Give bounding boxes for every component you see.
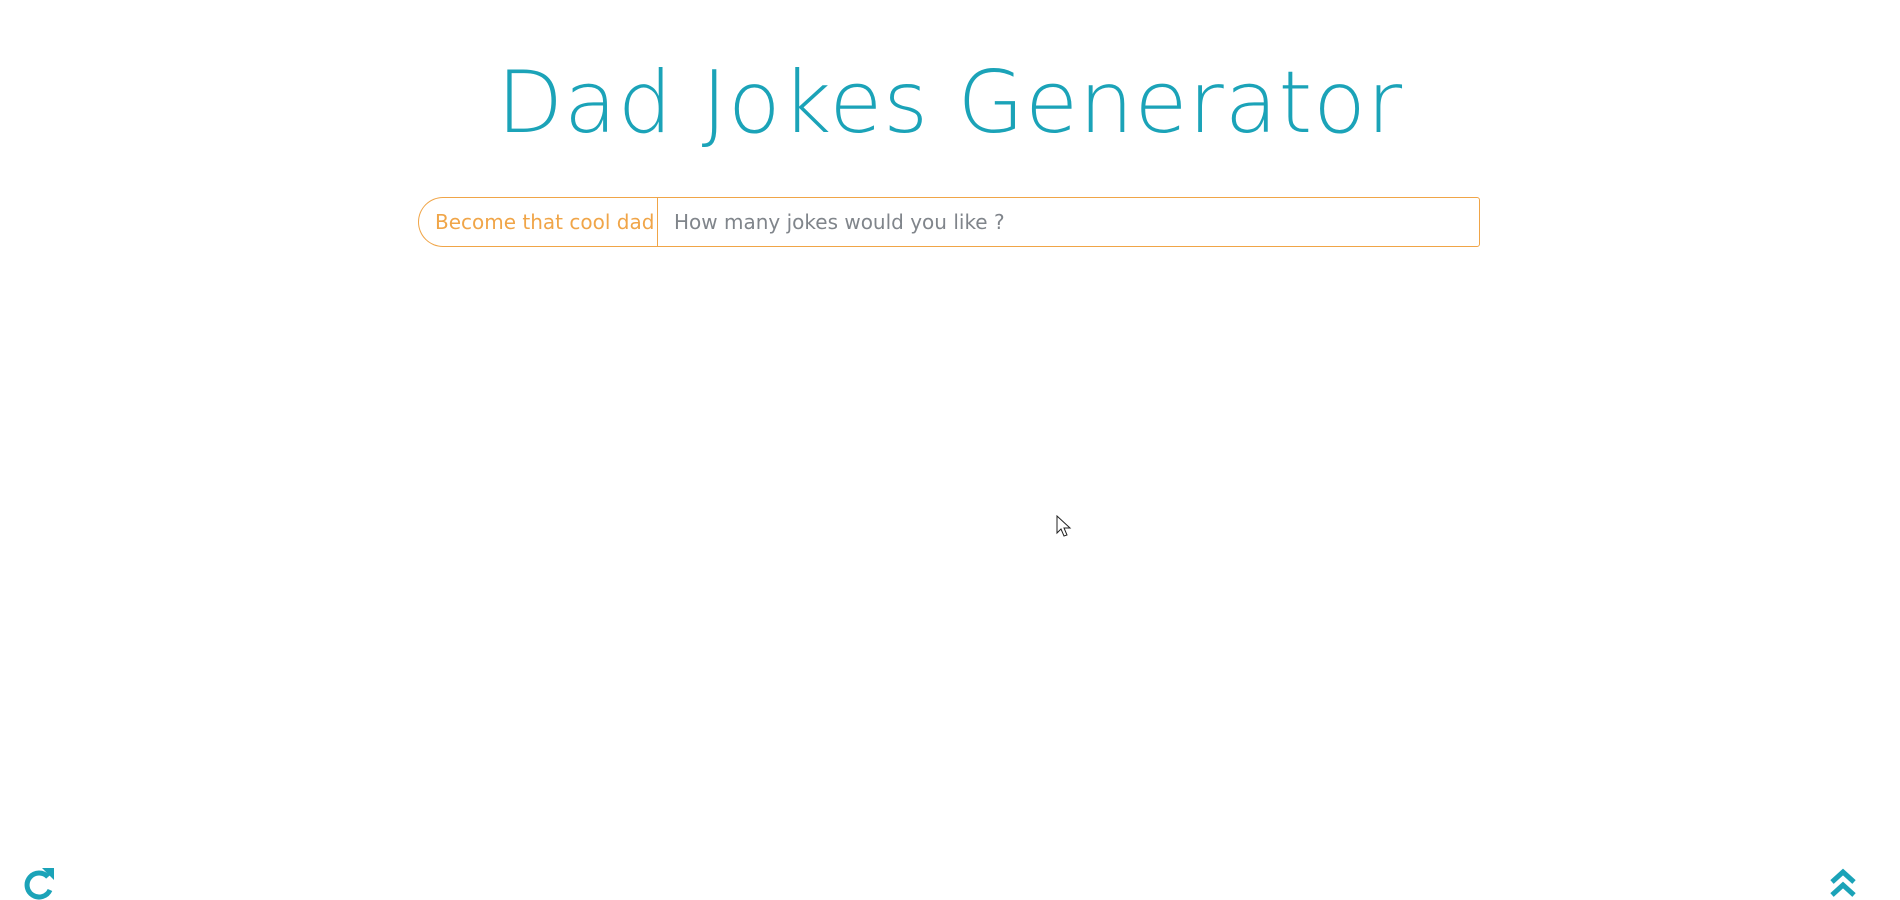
double-chevron-up-icon <box>1830 868 1856 897</box>
jokes-count-input[interactable] <box>657 197 1480 247</box>
refresh-icon <box>24 868 54 900</box>
refresh-button[interactable] <box>18 864 58 900</box>
mouse-cursor-icon <box>1056 515 1072 537</box>
jokes-count-form: Become that cool dad <box>418 197 1480 247</box>
become-cool-dad-label: Become that cool dad <box>418 197 657 247</box>
page-title: Dad Jokes Generator <box>496 53 1404 153</box>
scroll-to-top-button[interactable] <box>1826 866 1860 900</box>
